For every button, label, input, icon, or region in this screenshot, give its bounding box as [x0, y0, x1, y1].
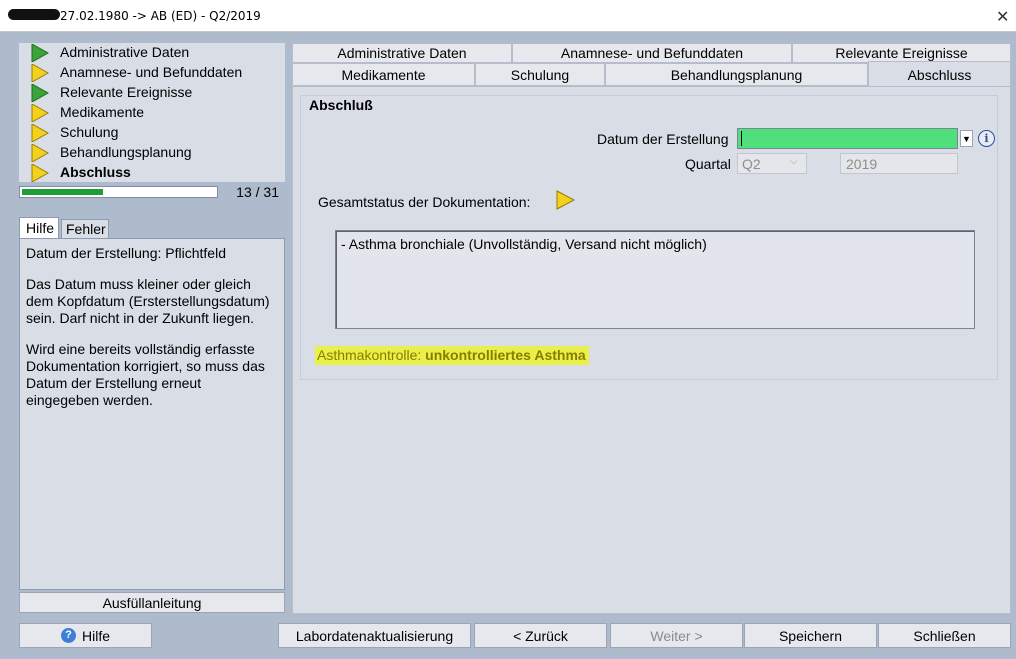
- tab-schulung[interactable]: Schulung: [475, 63, 605, 86]
- asthma-prefix: Asthmakontrolle:: [317, 347, 426, 363]
- datum-field[interactable]: [737, 128, 958, 149]
- nav-item-relevante-ereignisse[interactable]: Relevante Ereignisse: [19, 83, 279, 103]
- datum-label: Datum der Erstellung: [597, 131, 729, 147]
- redacted-name: [8, 9, 60, 20]
- status-yellow-icon: [31, 144, 49, 162]
- weiter-button[interactable]: Weiter >: [610, 623, 743, 648]
- nav-item-anamnese[interactable]: Anamnese- und Befunddaten: [19, 63, 279, 83]
- quartal-label: Quartal: [685, 156, 731, 172]
- tab-behandlungsplanung[interactable]: Behandlungsplanung: [605, 63, 868, 86]
- status-text: - Asthma bronchiale (Unvollständig, Vers…: [341, 236, 707, 252]
- speichern-button[interactable]: Speichern: [744, 623, 877, 648]
- labordaten-button[interactable]: Labordatenaktualisierung: [278, 623, 471, 648]
- status-yellow-icon: [31, 124, 49, 142]
- nav-item-administrative-daten[interactable]: Administrative Daten: [19, 43, 279, 63]
- window-title: 27.02.1980 -> AB (ED) - Q2/2019: [60, 9, 261, 23]
- progress-count: 13 / 31: [236, 184, 279, 200]
- hilfe-label: Hilfe: [81, 627, 110, 644]
- tab-hilfe[interactable]: Hilfe: [19, 217, 59, 239]
- chevron-down-icon: ⌵: [790, 156, 798, 167]
- status-yellow-icon: [31, 104, 49, 122]
- tab-relevante-ereignisse[interactable]: Relevante Ereignisse: [792, 43, 1011, 63]
- progress-fill: [22, 189, 103, 195]
- section-title: Abschluß: [309, 97, 373, 113]
- asthma-value: unkontrolliertes Asthma: [425, 347, 586, 363]
- section-nav: Administrative Daten Anamnese- und Befun…: [19, 43, 285, 182]
- gesamtstatus-label: Gesamtstatus der Dokumentation:: [318, 194, 531, 210]
- help-paragraph: Datum der Erstellung: Pflichtfeld: [26, 245, 226, 261]
- text-caret: [741, 131, 742, 146]
- jahr-field[interactable]: 2019: [840, 153, 958, 174]
- status-yellow-icon: [31, 164, 49, 182]
- nav-item-label: Behandlungsplanung: [60, 144, 192, 160]
- help-paragraph: Wird eine bereits vollständig erfasste D…: [26, 341, 265, 408]
- nav-item-label: Medikamente: [60, 104, 145, 120]
- nav-item-label: Schulung: [60, 124, 119, 140]
- nav-item-abschluss[interactable]: Abschluss: [19, 163, 279, 183]
- zurueck-button[interactable]: < Zurück: [474, 623, 607, 648]
- schliessen-button[interactable]: Schließen: [878, 623, 1011, 648]
- nav-item-label: Abschluss: [60, 164, 131, 180]
- asthmakontrolle-note: Asthmakontrolle: unkontrolliertes Asthma: [315, 346, 589, 365]
- status-green-icon: [31, 84, 49, 102]
- status-yellow-icon: [31, 64, 49, 82]
- tab-anamnese[interactable]: Anamnese- und Befunddaten: [512, 43, 792, 63]
- chevron-down-icon[interactable]: ▼: [960, 130, 973, 147]
- nav-item-behandlungsplanung[interactable]: Behandlungsplanung: [19, 143, 279, 163]
- info-icon[interactable]: i: [978, 130, 995, 147]
- hilfe-button[interactable]: ? Hilfe: [19, 623, 152, 648]
- help-panel: Datum der Erstellung: Pflichtfeld Das Da…: [19, 238, 285, 590]
- nav-item-label: Relevante Ereignisse: [60, 84, 193, 100]
- tab-fehler[interactable]: Fehler: [61, 219, 109, 238]
- status-yellow-icon: [556, 190, 575, 210]
- tab-abschluss[interactable]: Abschluss: [868, 61, 1011, 87]
- tab-medikamente[interactable]: Medikamente: [292, 63, 475, 86]
- close-icon[interactable]: ✕: [996, 7, 1009, 27]
- help-paragraph: Das Datum muss kleiner oder gleich dem K…: [26, 276, 270, 326]
- nav-item-medikamente[interactable]: Medikamente: [19, 103, 279, 123]
- help-icon: ?: [60, 628, 76, 643]
- status-green-icon: [31, 44, 49, 62]
- ausfuellanleitung-button[interactable]: Ausfüllanleitung: [19, 592, 285, 613]
- nav-item-schulung[interactable]: Schulung: [19, 123, 279, 143]
- nav-item-label: Anamnese- und Befunddaten: [60, 64, 243, 80]
- tab-administrative-daten[interactable]: Administrative Daten: [292, 43, 512, 63]
- nav-item-label: Administrative Daten: [60, 44, 190, 60]
